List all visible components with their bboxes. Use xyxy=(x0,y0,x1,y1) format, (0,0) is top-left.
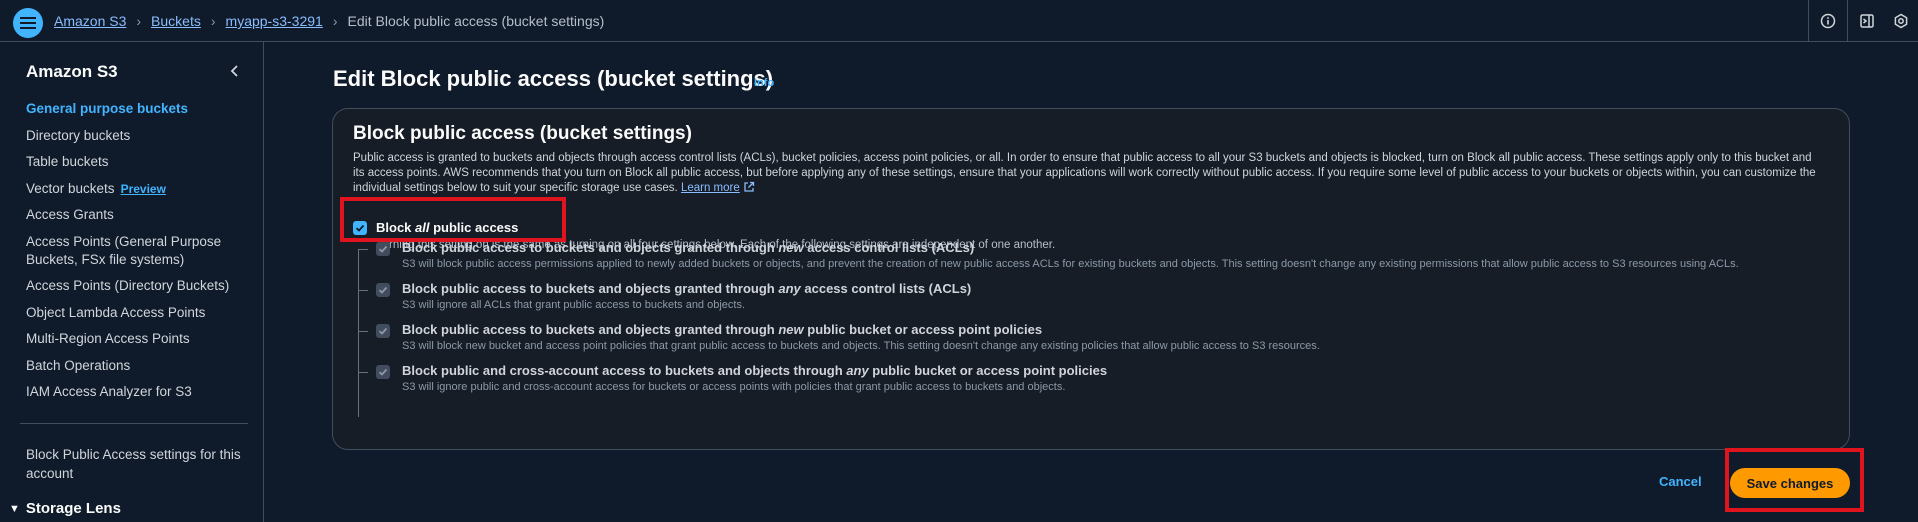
chevron-right-icon: › xyxy=(136,13,142,29)
learn-more-label: Learn more xyxy=(680,182,740,194)
menu-icon[interactable] xyxy=(13,8,43,38)
setting-checkbox[interactable] xyxy=(376,283,390,297)
top-navigation-bar: Amazon S3 › Buckets › myapp-s3-3291 › Ed… xyxy=(0,0,1918,42)
sidebar-title: Amazon S3 xyxy=(26,62,118,81)
tree-connector xyxy=(358,249,368,250)
setting-description: S3 will ignore all ACLs that grant publi… xyxy=(402,299,746,311)
setting-label: Block public and cross-account access to… xyxy=(402,363,1107,378)
sidebar-item-iam-access-analyzer[interactable]: IAM Access Analyzer for S3 xyxy=(26,383,246,401)
sidebar-item-access-points-general[interactable]: Access Points (General Purpose Buckets, … xyxy=(26,233,246,269)
chevron-right-icon: › xyxy=(210,13,216,29)
info-link[interactable]: Info xyxy=(754,77,774,89)
setting-label: Block public access to buckets and objec… xyxy=(402,240,974,255)
divider xyxy=(1847,0,1848,42)
label-emphasis: any xyxy=(778,281,801,296)
label-text: Block public access to buckets and objec… xyxy=(402,240,779,255)
label-emphasis: new xyxy=(778,240,804,255)
breadcrumb-current: Edit Block public access (bucket setting… xyxy=(347,13,605,29)
panel-title: Block public access (bucket settings) xyxy=(353,123,692,144)
sidebar-nav: General purpose buckets Directory bucket… xyxy=(26,100,246,410)
label-text: Block public access to buckets and objec… xyxy=(402,322,779,337)
sidebar-item-directory-buckets[interactable]: Directory buckets xyxy=(26,127,246,145)
label-emphasis: any xyxy=(846,363,869,378)
sidebar-divider xyxy=(20,423,248,424)
setting-description: S3 will block new bucket and access poin… xyxy=(402,340,1320,352)
label-text: Block public and cross-account access to… xyxy=(402,363,847,378)
breadcrumb-bucket-name[interactable]: myapp-s3-3291 xyxy=(226,13,323,29)
sidebar-item-access-points-directory[interactable]: Access Points (Directory Buckets) xyxy=(26,277,246,295)
highlight-box xyxy=(1725,448,1864,512)
learn-more-link[interactable]: Learn more xyxy=(680,181,755,194)
highlight-box xyxy=(340,197,566,242)
collapse-sidebar-icon[interactable] xyxy=(226,62,244,80)
sidebar: Amazon S3 General purpose buckets Direct… xyxy=(0,42,264,522)
setting-checkbox[interactable] xyxy=(376,242,390,256)
label-text: Block public access to buckets and objec… xyxy=(402,281,779,296)
checkmark-icon xyxy=(378,286,388,294)
tree-connector xyxy=(358,331,368,332)
page-title: Edit Block public access (bucket setting… xyxy=(333,66,774,91)
tree-connector xyxy=(358,249,359,417)
setting-label: Block public access to buckets and objec… xyxy=(402,281,971,296)
checkmark-icon xyxy=(378,245,388,253)
cancel-button[interactable]: Cancel xyxy=(1659,474,1702,489)
block-public-access-panel: Block public access (bucket settings) Pu… xyxy=(332,108,1850,450)
sidebar-item-general-purpose-buckets[interactable]: General purpose buckets xyxy=(26,100,246,118)
description-text: Public access is granted to buckets and … xyxy=(353,152,1816,194)
sidebar-item-block-public-access-account[interactable]: Block Public Access settings for this ac… xyxy=(26,445,246,483)
breadcrumb-amazon-s3[interactable]: Amazon S3 xyxy=(54,13,126,29)
preview-badge[interactable]: Preview xyxy=(121,182,166,196)
setting-label: Block public access to buckets and objec… xyxy=(402,322,1042,337)
tree-connector xyxy=(358,372,368,373)
setting-checkbox[interactable] xyxy=(376,324,390,338)
sidebar-item-label: Vector buckets xyxy=(26,180,115,196)
external-link-icon xyxy=(744,181,754,192)
label-emphasis: new xyxy=(778,322,804,337)
sidebar-item-batch-operations[interactable]: Batch Operations xyxy=(26,357,246,375)
sidebar-section-storage-lens[interactable]: ▼ Storage Lens xyxy=(9,500,121,517)
settings-icon[interactable] xyxy=(1884,0,1918,42)
setting-checkbox[interactable] xyxy=(376,365,390,379)
label-text: public bucket or access point policies xyxy=(868,363,1108,378)
checkmark-icon xyxy=(378,327,388,335)
sidebar-section-label: Storage Lens xyxy=(25,500,121,517)
tree-connector xyxy=(358,290,368,291)
label-text: access control lists (ACLs) xyxy=(803,240,975,255)
label-text: public bucket or access point policies xyxy=(803,322,1043,337)
info-icon[interactable] xyxy=(1811,0,1845,42)
sidebar-item-vector-buckets[interactable]: Vector buckets Preview xyxy=(26,180,246,198)
setting-description: S3 will ignore public and cross-account … xyxy=(402,381,1066,393)
checkmark-icon xyxy=(378,368,388,376)
sidebar-item-object-lambda-access-points[interactable]: Object Lambda Access Points xyxy=(26,304,246,322)
sidebar-item-table-buckets[interactable]: Table buckets xyxy=(26,153,246,171)
setting-description: S3 will block public access permissions … xyxy=(402,258,1739,270)
sidebar-item-multi-region-access-points[interactable]: Multi-Region Access Points xyxy=(26,330,246,348)
caret-down-icon: ▼ xyxy=(9,502,20,515)
breadcrumb: Amazon S3 › Buckets › myapp-s3-3291 › Ed… xyxy=(54,13,604,29)
panel-description: Public access is granted to buckets and … xyxy=(353,151,1823,196)
sidebar-item-access-grants[interactable]: Access Grants xyxy=(26,206,246,224)
label-text: access control lists (ACLs) xyxy=(800,281,972,296)
breadcrumb-buckets[interactable]: Buckets xyxy=(151,13,201,29)
top-tools xyxy=(1806,0,1918,42)
panel-toggle-icon[interactable] xyxy=(1850,0,1884,42)
chevron-right-icon: › xyxy=(332,13,338,29)
divider xyxy=(1808,0,1809,42)
